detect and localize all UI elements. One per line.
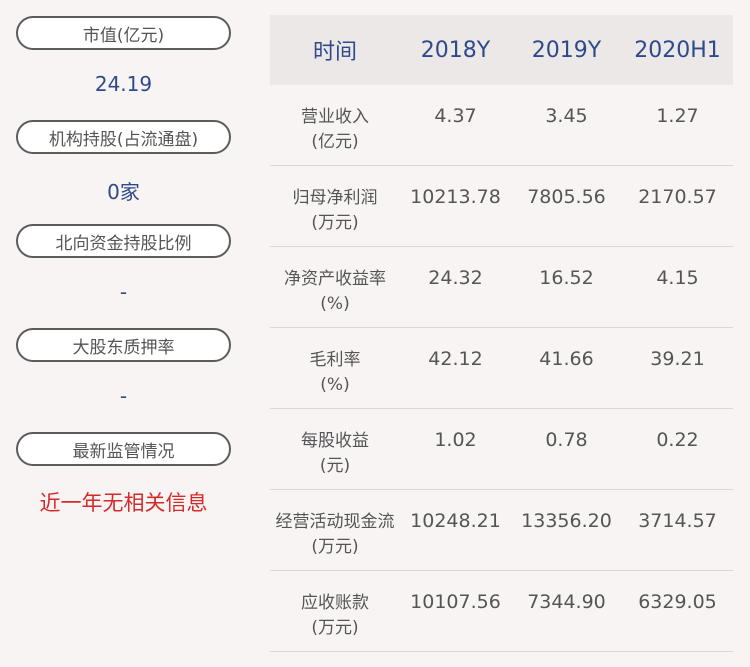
table-cell: 10107.56 (410, 591, 501, 613)
table-row: 净资产收益率 (%) 24.32 16.52 4.15 (270, 247, 733, 328)
major-shareholder-pledge-value: - (119, 384, 128, 408)
row-label: 每股收益 (元) (270, 409, 400, 479)
table-cell: 10248.21 (410, 510, 501, 532)
table-cell: 0.22 (656, 429, 699, 451)
row-label: 毛利率 (%) (270, 328, 400, 398)
table-cell: 10213.78 (410, 186, 501, 208)
stock-summary-panel: 市值(亿元) 24.19 机构持股(占流通盘) 0家 北向资金持股比例 - 大股… (0, 0, 250, 667)
market-cap-label: 市值(亿元) (16, 16, 231, 50)
header-2019y: 2019Y (531, 37, 602, 63)
table-row: 经营活动现金流 (万元) 10248.21 13356.20 3714.57 (270, 490, 733, 571)
table-cell: 39.21 (650, 348, 705, 370)
institutional-holdings-value: 0家 (107, 180, 140, 204)
table-cell: 42.12 (428, 348, 483, 370)
table-row: 应收账款 (万元) 10107.56 7344.90 6329.05 (270, 571, 733, 652)
table-row: 营业收入 (亿元) 4.37 3.45 1.27 (270, 85, 733, 166)
row-label: 归母净利润 (万元) (270, 166, 400, 236)
row-label-main: 营业收入 (301, 107, 369, 127)
regulatory-status-value: 近一年无相关信息 (39, 491, 208, 515)
row-label: 营业收入 (亿元) (270, 85, 400, 155)
table-cell: 6329.05 (638, 591, 717, 613)
northbound-holding-ratio-label: 北向资金持股比例 (16, 224, 231, 258)
table-cell: 13356.20 (521, 510, 612, 532)
row-label-unit: (元) (319, 456, 351, 476)
table-cell: 0.78 (545, 429, 588, 451)
row-label-unit: (%) (320, 294, 350, 314)
regulatory-status-label: 最新监管情况 (16, 432, 231, 466)
table-cell: 24.32 (428, 267, 483, 289)
row-label-main: 归母净利润 (292, 188, 378, 208)
institutional-holdings-label: 机构持股(占流通盘) (16, 120, 231, 154)
table-cell: 1.02 (434, 429, 477, 451)
table-cell: 41.66 (539, 348, 594, 370)
table-cell: 1.27 (656, 105, 699, 127)
row-label: 应收账款 (万元) (270, 571, 400, 641)
row-label-unit: (万元) (311, 537, 359, 557)
header-2020h1: 2020H1 (634, 37, 721, 63)
market-cap-value: 24.19 (94, 72, 153, 96)
table-cell: 7805.56 (527, 186, 606, 208)
row-label-unit: (万元) (311, 213, 359, 233)
row-label-main: 每股收益 (301, 431, 369, 451)
row-label-unit: (亿元) (311, 132, 359, 152)
northbound-holding-ratio-value: - (119, 280, 128, 304)
row-label-main: 应收账款 (301, 593, 369, 613)
header-time: 时间 (312, 40, 357, 65)
row-label-main: 经营活动现金流 (275, 512, 395, 532)
table-cell: 3714.57 (638, 510, 717, 532)
major-shareholder-pledge-label: 大股东质押率 (16, 328, 231, 362)
table-cell: 16.52 (539, 267, 594, 289)
table-cell: 7344.90 (527, 591, 606, 613)
row-label-main: 毛利率 (309, 350, 361, 370)
table-row: 每股收益 (元) 1.02 0.78 0.22 (270, 409, 733, 490)
table-row: 归母净利润 (万元) 10213.78 7805.56 2170.57 (270, 166, 733, 247)
table-cell: 2170.57 (638, 186, 717, 208)
row-label-main: 净资产收益率 (284, 269, 386, 289)
table-row: 毛利率 (%) 42.12 41.66 39.21 (270, 328, 733, 409)
table-cell: 4.15 (656, 267, 699, 289)
header-2018y: 2018Y (420, 37, 491, 63)
row-label-unit: (万元) (311, 618, 359, 638)
table-header: 时间 2018Y 2019Y 2020H1 (270, 15, 733, 85)
table-cell: 3.45 (545, 105, 588, 127)
row-label-unit: (%) (320, 375, 350, 395)
financial-table: 时间 2018Y 2019Y 2020H1 营业收入 (亿元) 4.37 3.4… (270, 15, 733, 652)
row-label: 经营活动现金流 (万元) (270, 490, 400, 560)
row-label: 净资产收益率 (%) (270, 247, 400, 317)
table-cell: 4.37 (434, 105, 477, 127)
